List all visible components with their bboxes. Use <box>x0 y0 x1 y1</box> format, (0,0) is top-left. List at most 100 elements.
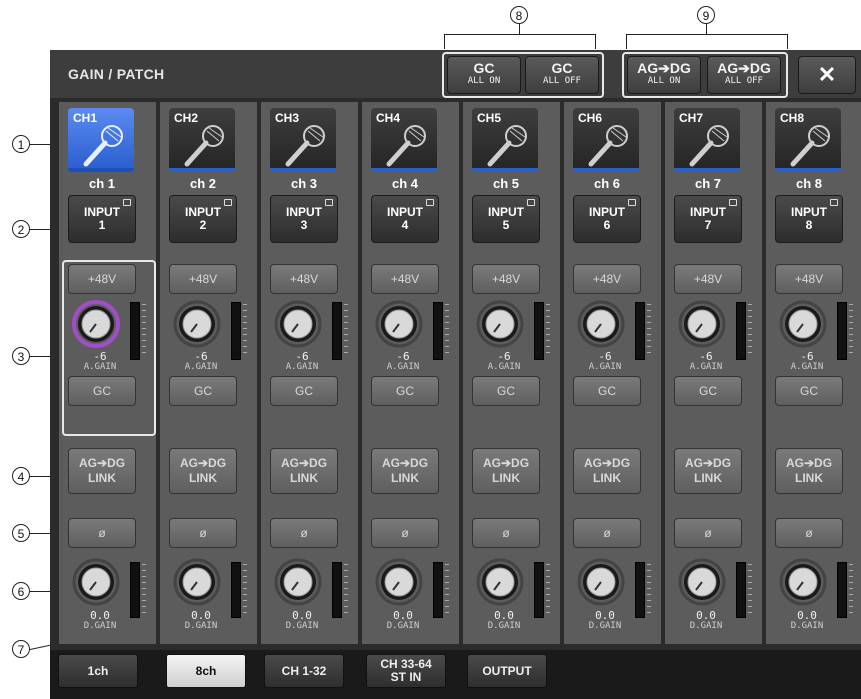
channel-8-digital-gain-meter <box>837 562 847 618</box>
channel-2-digital-gain-knob[interactable] <box>173 558 221 611</box>
channel-7-digital-gain-knob[interactable] <box>678 558 726 611</box>
tab-1ch[interactable]: 1ch <box>58 654 138 688</box>
channel-4-select-button[interactable]: CH4 <box>371 108 437 172</box>
gc-all-on-button[interactable]: GC ALL ON <box>447 56 521 94</box>
channel-6-analog-gain-value: -6 <box>598 350 612 363</box>
channel-5-phantom-48v-button[interactable]: +48V <box>472 264 540 294</box>
channel-8-select-button[interactable]: CH8 <box>775 108 841 172</box>
channel-3-agdg-link-button[interactable]: AG➔DG LINK <box>270 448 338 494</box>
microphone-icon <box>482 124 530 168</box>
channel-6-analog-gain-knob[interactable] <box>577 300 625 353</box>
channel-5-name: ch 5 <box>492 176 519 191</box>
channel-2-select-button[interactable]: CH2 <box>169 108 235 172</box>
knob-icon <box>678 558 726 610</box>
channel-3-phase-button[interactable]: ø <box>270 518 338 548</box>
channel-3-digital-gain-meter <box>332 562 342 618</box>
channel-1-digital-gain-knob[interactable] <box>72 558 120 611</box>
channel-1-input-patch-button[interactable]: INPUT 1 <box>68 195 136 243</box>
link-label: LINK <box>88 471 116 485</box>
channel-7-phantom-48v-button[interactable]: +48V <box>674 264 742 294</box>
channel-2-phase-button[interactable]: ø <box>169 518 237 548</box>
tab-bar: 1ch 8ch CH 1-32 CH 33-64 ST IN OUTPUT <box>50 650 861 699</box>
channel-4-phase-button[interactable]: ø <box>371 518 439 548</box>
tab-output-label: OUTPUT <box>482 664 532 678</box>
channel-5-digital-gain-meter <box>534 562 544 618</box>
gc-label: GC <box>194 384 212 398</box>
popup-indicator-icon <box>325 199 333 206</box>
channel-3-digital-gain-knob[interactable] <box>274 558 322 611</box>
channel-strip-2: CH2 ch 2 INPUT 2 +48V -6 A.GAIN GC AG➔DG LINK ø 0.0… <box>160 102 259 644</box>
gc-all-off-button[interactable]: GC ALL OFF <box>525 56 599 94</box>
channel-6-analog-gain-label: A.GAIN <box>588 362 622 372</box>
channel-5-phase-button[interactable]: ø <box>472 518 540 548</box>
tab-ch-1-32-label: CH 1-32 <box>281 664 327 678</box>
channel-2-agdg-link-button[interactable]: AG➔DG LINK <box>169 448 237 494</box>
channel-7-agdg-link-button[interactable]: AG➔DG LINK <box>674 448 742 494</box>
channel-2-input-patch-button[interactable]: INPUT 2 <box>169 195 237 243</box>
channel-6-phase-button[interactable]: ø <box>573 518 641 548</box>
agdg-all-off-button[interactable]: AG➔DG ALL OFF <box>707 56 781 94</box>
channel-3-analog-gain-knob[interactable] <box>274 300 322 353</box>
channel-5-gc-button[interactable]: GC <box>472 376 540 406</box>
channel-8-input-patch-button[interactable]: INPUT 8 <box>775 195 843 243</box>
callout-6-number: 6 <box>12 582 30 600</box>
channel-6-input-patch-button[interactable]: INPUT 6 <box>573 195 641 243</box>
channel-2-gc-button[interactable]: GC <box>169 376 237 406</box>
channel-8-digital-gain-label: D.GAIN <box>790 621 824 631</box>
channel-6-agdg-link-button[interactable]: AG➔DG LINK <box>573 448 641 494</box>
channel-1-phase-button[interactable]: ø <box>68 518 136 548</box>
channel-7-input-patch-button[interactable]: INPUT 7 <box>674 195 742 243</box>
channel-5-digital-gain-knob[interactable] <box>476 558 524 611</box>
channel-5-select-button[interactable]: CH5 <box>472 108 538 172</box>
channel-7-analog-gain-knob[interactable] <box>678 300 726 353</box>
channel-5-digital-gain-value: 0.0 <box>494 609 514 622</box>
channel-8-digital-gain-knob[interactable] <box>779 558 827 611</box>
tab-ch-33-64-st-in[interactable]: CH 33-64 ST IN <box>366 654 446 688</box>
channel-3-phantom-48v-button[interactable]: +48V <box>270 264 338 294</box>
channel-1-select-button[interactable]: CH1 <box>68 108 134 172</box>
channel-4-phantom-48v-button[interactable]: +48V <box>371 264 439 294</box>
channel-3-select-button[interactable]: CH3 <box>270 108 336 172</box>
tab-ch-1-32[interactable]: CH 1-32 <box>264 654 344 688</box>
channel-4-digital-gain-knob[interactable] <box>375 558 423 611</box>
channel-5-analog-gain-knob[interactable] <box>476 300 524 353</box>
microphone-icon <box>684 124 732 168</box>
channel-8-agdg-link-button[interactable]: AG➔DG LINK <box>775 448 843 494</box>
channel-8-gc-button[interactable]: GC <box>775 376 843 406</box>
channel-3-input-patch-button[interactable]: INPUT 3 <box>270 195 338 243</box>
phase-icon: ø <box>300 526 308 540</box>
channel-4-gc-button[interactable]: GC <box>371 376 439 406</box>
gc-label: GC <box>800 384 818 398</box>
channel-8-phase-button[interactable]: ø <box>775 518 843 548</box>
channel-3-gc-button[interactable]: GC <box>270 376 338 406</box>
channel-2-phantom-48v-button[interactable]: +48V <box>169 264 237 294</box>
link-label: LINK <box>492 471 520 485</box>
tab-output[interactable]: OUTPUT <box>467 654 547 688</box>
channel-7-gc-button[interactable]: GC <box>674 376 742 406</box>
channel-5-input-patch-button[interactable]: INPUT 5 <box>472 195 540 243</box>
channel-7-analog-gain-value: -6 <box>699 350 713 363</box>
microphone-icon <box>280 124 328 168</box>
close-button[interactable]: ✕ <box>798 56 856 94</box>
channel-6-gc-button[interactable]: GC <box>573 376 641 406</box>
channel-4-agdg-link-button[interactable]: AG➔DG LINK <box>371 448 439 494</box>
tab-8ch[interactable]: 8ch <box>166 654 246 688</box>
channel-6-digital-gain-knob[interactable] <box>577 558 625 611</box>
window-title: GAIN / PATCH <box>68 66 165 82</box>
channel-3-analog-gain-meter <box>332 302 342 360</box>
channel-8-analog-gain-knob[interactable] <box>779 300 827 353</box>
channel-4-analog-gain-knob[interactable] <box>375 300 423 353</box>
input-patch-number: 7 <box>704 218 712 232</box>
channel-7-phase-button[interactable]: ø <box>674 518 742 548</box>
channel-2-analog-gain-knob[interactable] <box>173 300 221 353</box>
channel-1-agdg-link-button[interactable]: AG➔DG LINK <box>68 448 136 494</box>
agdg-all-on-button[interactable]: AG➔DG ALL ON <box>627 56 701 94</box>
channel-6-phantom-48v-button[interactable]: +48V <box>573 264 641 294</box>
microphone-icon <box>785 124 833 168</box>
channel-5-agdg-link-button[interactable]: AG➔DG LINK <box>472 448 540 494</box>
channel-7-select-button[interactable]: CH7 <box>674 108 740 172</box>
channel-8-phantom-48v-button[interactable]: +48V <box>775 264 843 294</box>
input-patch-number: 4 <box>401 218 409 232</box>
channel-6-select-button[interactable]: CH6 <box>573 108 639 172</box>
channel-4-input-patch-button[interactable]: INPUT 4 <box>371 195 439 243</box>
